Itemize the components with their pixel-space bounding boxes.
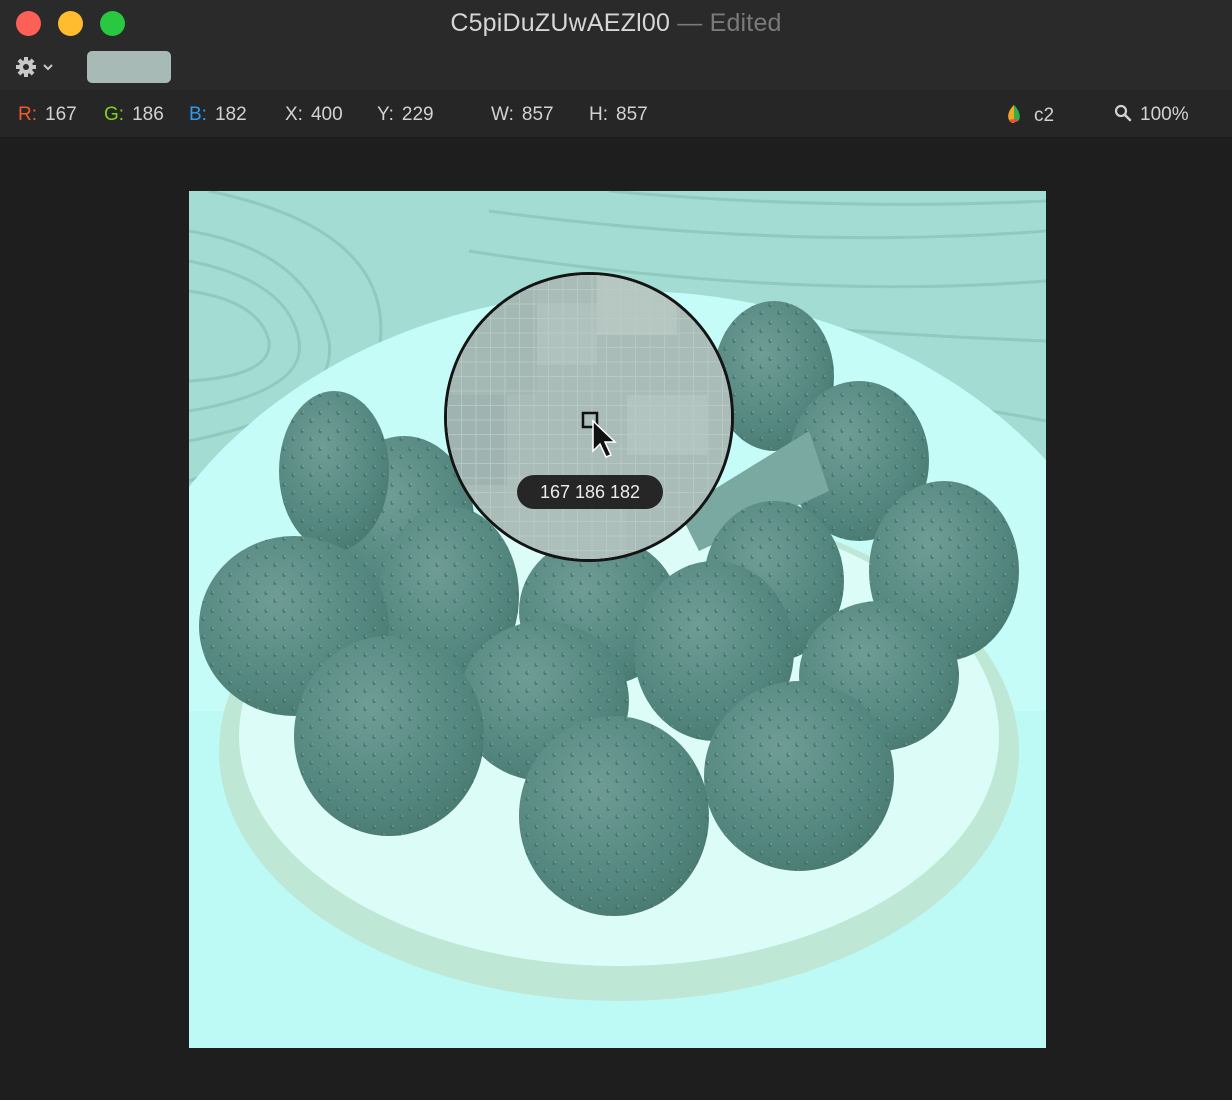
green-readout: G: 186 [104, 104, 164, 126]
zoom-button[interactable]: 100% [1114, 104, 1189, 126]
red-value: 167 [45, 104, 77, 125]
gear-icon [16, 57, 53, 77]
toolbar [0, 48, 1232, 90]
color-swatch-button[interactable] [87, 51, 171, 83]
chevron-down-icon [43, 64, 53, 71]
width-label: W: [491, 104, 514, 125]
red-label: R: [18, 104, 37, 125]
red-readout: R: 167 [18, 104, 77, 126]
document-name: C5piDuZUwAEZl00 [450, 9, 671, 37]
width-value: 857 [521, 104, 554, 125]
width-readout: W: 857 [491, 104, 554, 126]
loupe-pixel-grid [447, 275, 731, 559]
settings-menu-button[interactable] [14, 56, 56, 80]
x-label: X: [285, 104, 303, 125]
y-readout: Y: 229 [377, 104, 434, 126]
edited-status: Edited [709, 9, 782, 37]
y-label: Y: [377, 104, 394, 125]
blue-label: B: [189, 104, 207, 125]
color-profile-label: c2 [1034, 105, 1055, 126]
height-value: 857 [616, 104, 648, 125]
magnifier-icon [1114, 104, 1132, 122]
zoom-label: 100% [1140, 104, 1189, 125]
blue-value: 182 [214, 104, 247, 125]
color-profile-icon [1008, 105, 1020, 123]
x-readout: X: 400 [285, 104, 343, 126]
magnifier-loupe [444, 272, 734, 562]
blue-readout: B: 182 [189, 104, 247, 126]
color-profile-button[interactable]: c2 [1006, 104, 1054, 127]
x-value: 400 [310, 104, 343, 125]
green-label: G: [104, 104, 125, 125]
y-value: 229 [401, 104, 434, 125]
window-title: C5piDuZUwAEZl00 — Edited [0, 9, 1232, 38]
green-value: 186 [132, 104, 164, 125]
loupe-color-readout: 167 186 182 [517, 475, 663, 509]
title-separator: — [677, 9, 703, 37]
height-readout: H: 857 [589, 104, 648, 126]
height-label: H: [589, 104, 608, 125]
